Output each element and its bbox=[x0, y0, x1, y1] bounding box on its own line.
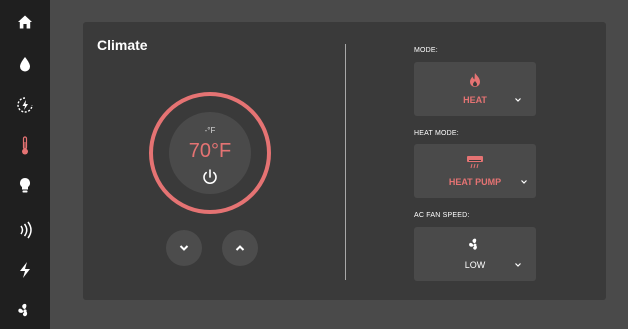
sidebar-item-home[interactable] bbox=[0, 4, 50, 40]
sidebar-item-water[interactable] bbox=[0, 46, 50, 82]
mode-select[interactable]: HEAT bbox=[414, 62, 536, 116]
divider bbox=[345, 44, 346, 280]
sidebar-item-fan[interactable] bbox=[0, 293, 50, 329]
heat-mode-label: HEAT MODE: bbox=[414, 130, 459, 137]
chevron-up-icon bbox=[235, 245, 245, 251]
chevron-down-icon bbox=[179, 245, 189, 251]
temperature-setpoint: 70°F bbox=[188, 140, 232, 162]
chevron-down-icon bbox=[521, 180, 527, 184]
thermometer-icon bbox=[22, 136, 28, 155]
heat-mode-value: HEAT PUMP bbox=[448, 177, 502, 187]
fan-icon bbox=[18, 303, 28, 317]
power-icon bbox=[203, 169, 217, 184]
water-drop-icon bbox=[20, 57, 30, 72]
sidebar-item-lights[interactable] bbox=[0, 168, 50, 204]
climate-panel: Climate -°F 70°F MODE: HEAT HEAT MODE: H… bbox=[83, 22, 606, 300]
temperature-down-button[interactable] bbox=[166, 230, 202, 266]
temperature-unit: -°F bbox=[204, 126, 216, 135]
sidebar-item-eco[interactable] bbox=[0, 87, 50, 123]
heat-mode-select[interactable]: HEAT PUMP bbox=[414, 144, 536, 198]
lightning-bolt-icon bbox=[20, 262, 30, 278]
fan-icon bbox=[469, 238, 477, 250]
sidebar-item-signal[interactable] bbox=[0, 212, 50, 248]
chevron-down-icon bbox=[515, 263, 521, 267]
page-title: Climate bbox=[97, 37, 148, 53]
heat-pump-icon bbox=[467, 156, 483, 169]
sidebar bbox=[0, 0, 50, 329]
eco-icon bbox=[17, 97, 33, 113]
thermostat-dial-center: -°F 70°F bbox=[169, 112, 251, 194]
fan-speed-label: AC FAN SPEED: bbox=[414, 212, 470, 219]
temperature-up-button[interactable] bbox=[222, 230, 258, 266]
flame-icon bbox=[470, 73, 480, 87]
mode-label: MODE: bbox=[414, 47, 438, 54]
thermostat-dial: -°F 70°F bbox=[149, 92, 271, 214]
power-button[interactable] bbox=[201, 168, 219, 186]
sidebar-item-climate[interactable] bbox=[0, 128, 50, 164]
chevron-down-icon bbox=[515, 98, 521, 102]
signal-waves-icon bbox=[20, 221, 32, 239]
fan-speed-select[interactable]: LOW bbox=[414, 227, 536, 281]
lightbulb-icon bbox=[20, 178, 30, 193]
home-icon bbox=[18, 15, 32, 29]
sidebar-item-power[interactable] bbox=[0, 252, 50, 288]
